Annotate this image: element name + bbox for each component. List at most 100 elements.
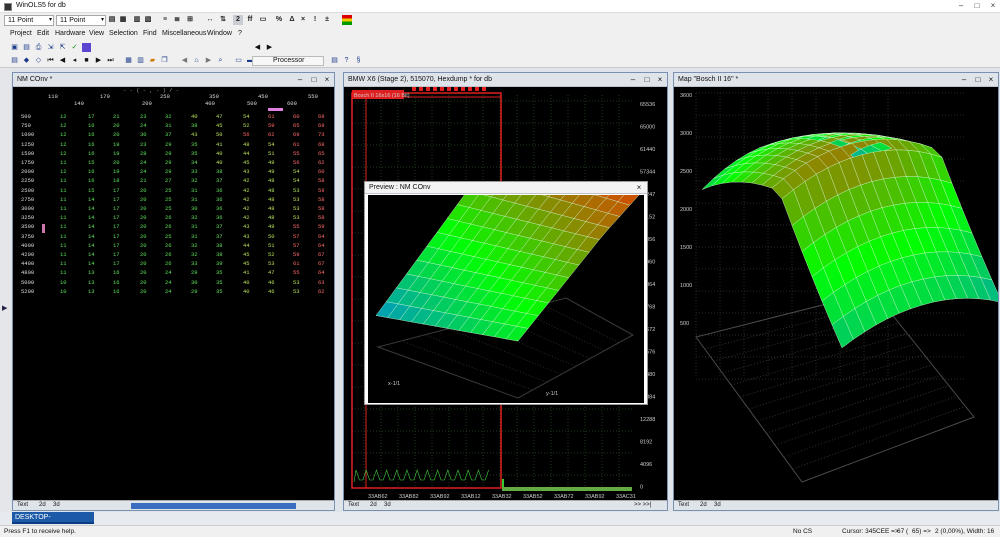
tab-2d[interactable]: 2d — [39, 502, 46, 508]
hex-mode-icon[interactable]: ▤ — [107, 15, 117, 25]
menu-edit[interactable]: Edit — [37, 30, 49, 37]
menu-miscellaneous[interactable]: Miscellaneous — [162, 30, 206, 37]
processor-field[interactable]: Processor — [252, 56, 324, 66]
signed-icon[interactable]: ± — [322, 15, 332, 25]
next-icon[interactable]: ▶ — [94, 56, 103, 65]
taskbar-item[interactable]: DESKTOP-5CO06GN_10021 — [12, 512, 94, 533]
tab-text[interactable]: Text — [678, 502, 689, 508]
close-button[interactable]: × — [654, 74, 666, 86]
print-icon[interactable]: ⎙ — [34, 43, 43, 52]
prev-icon[interactable]: ◀ — [58, 56, 67, 65]
folder-icon[interactable]: ▰ — [148, 56, 157, 65]
menu-help[interactable]: ? — [238, 30, 242, 37]
dock-arrow-icon[interactable]: ▶ — [2, 304, 7, 312]
table-cell: 60 — [318, 168, 325, 176]
original-values-icon[interactable]: ↔ — [203, 15, 217, 25]
font-size-select-1[interactable]: 11 Point ▾ — [4, 15, 54, 26]
script-icon[interactable]: § — [354, 56, 363, 65]
diff-icon[interactable]: ⇅ — [218, 15, 228, 25]
view-8bit-icon[interactable]: ▥ — [132, 15, 142, 25]
close-button[interactable]: × — [633, 182, 645, 194]
menu-hardware[interactable]: Hardware — [55, 30, 85, 37]
minimize-button[interactable]: – — [954, 1, 968, 11]
map-3d-plot[interactable]: 3600 3000 2500 2000 1500 1000 500 — [674, 87, 998, 502]
hi-lo-icon[interactable]: ≣ — [172, 15, 182, 25]
ff-icon[interactable]: ff — [245, 15, 255, 25]
last-icon[interactable]: ⏭ — [106, 56, 115, 65]
exclaim-icon[interactable]: ! — [310, 15, 320, 25]
float-icon[interactable]: ⊞ — [185, 15, 195, 25]
tab-3d[interactable]: 3d — [714, 502, 721, 508]
right-arrow-icon[interactable]: ▶ — [204, 56, 213, 65]
tab-2d[interactable]: 2d — [370, 502, 377, 508]
unmark-icon[interactable]: ◇ — [34, 56, 43, 65]
rows-icon[interactable]: ▭ — [258, 15, 268, 25]
table-cell: 19 — [113, 140, 120, 148]
stop-icon[interactable]: ■ — [82, 56, 91, 65]
color-palette-icon[interactable] — [342, 15, 352, 25]
open-icon[interactable]: ▣ — [10, 43, 19, 52]
tab-text[interactable]: Text — [348, 502, 359, 508]
calc-icon[interactable]: ▤ — [330, 56, 339, 65]
mark-icon[interactable]: ◆ — [22, 56, 31, 65]
dec-mode-icon[interactable]: ▦ — [118, 15, 128, 25]
lo-hi-icon[interactable]: ≡ — [160, 15, 170, 25]
close-button[interactable]: × — [985, 74, 997, 86]
preview-window-titlebar: Preview : NM COnv × — [365, 182, 647, 194]
minimize-button[interactable]: – — [627, 74, 639, 86]
table-cell: 56 — [293, 159, 300, 166]
export-icon[interactable]: ⇲ — [46, 43, 55, 52]
maximize-button[interactable]: □ — [972, 74, 984, 86]
info-icon[interactable]: ? — [342, 56, 351, 65]
base-255-icon[interactable]: 2 — [233, 15, 243, 25]
find-icon[interactable]: ⌕ — [216, 56, 225, 65]
minimize-button[interactable]: – — [294, 74, 306, 86]
maximize-button[interactable]: □ — [641, 74, 653, 86]
menu-selection[interactable]: Selection — [109, 30, 138, 37]
table-cell: 64 — [318, 269, 325, 277]
horizontal-scrollbar[interactable] — [131, 503, 296, 509]
view-a-icon[interactable]: ▭ — [234, 56, 243, 65]
menu-window[interactable]: Window — [207, 30, 232, 37]
tab-2d[interactable]: 2d — [700, 502, 707, 508]
close-button[interactable]: × — [321, 74, 333, 86]
window-icon[interactable] — [82, 43, 91, 52]
maximize-button[interactable]: □ — [308, 74, 320, 86]
home-icon[interactable]: ⌂ — [192, 56, 201, 65]
copy-icon[interactable]: ❐ — [160, 56, 169, 65]
table-cell: 14 — [88, 241, 95, 249]
scroll-arrows[interactable]: >> >>| — [634, 502, 651, 508]
tab-text[interactable]: Text — [17, 502, 28, 508]
minimize-button[interactable]: – — [958, 74, 970, 86]
delta-icon[interactable]: Δ — [287, 15, 297, 25]
map-list-icon[interactable]: ▦ — [124, 56, 133, 65]
prev-page-icon[interactable]: ◂ — [70, 56, 79, 65]
left-arrow-icon[interactable]: ◀ — [180, 56, 189, 65]
table-icon[interactable]: ▥ — [136, 56, 145, 65]
tab-3d[interactable]: 3d — [53, 502, 60, 508]
table-cell: 45 — [243, 159, 250, 166]
font-size-value-1: 11 Point — [8, 17, 34, 24]
menu-find[interactable]: Find — [143, 30, 157, 37]
save-icon[interactable]: ▤ — [22, 43, 31, 52]
menu-project[interactable]: Project — [10, 30, 32, 37]
table-cell: 14 — [88, 223, 95, 231]
table-cell: 43 — [243, 168, 250, 176]
first-icon[interactable]: ⏮ — [46, 56, 55, 65]
tab-3d[interactable]: 3d — [384, 502, 391, 508]
view-16bit-icon[interactable]: ▧ — [143, 15, 153, 25]
close-button[interactable]: × — [986, 1, 1000, 11]
import-icon[interactable]: ⇱ — [58, 43, 67, 52]
maximize-button[interactable]: □ — [970, 1, 984, 11]
percent-icon[interactable]: % — [274, 15, 284, 25]
checksum-icon[interactable]: ✓ — [70, 43, 79, 52]
preview-3d-plot[interactable]: x-1/1 y-1/1 — [368, 195, 644, 403]
forward-icon[interactable]: ▶ — [265, 43, 274, 52]
map-marker — [482, 87, 486, 91]
multiply-icon[interactable]: × — [298, 15, 308, 25]
value-table[interactable]: - - ( - , - ) / - 110 170 250 350 450 550 140 2… — [13, 87, 334, 500]
doc-icon[interactable]: ▤ — [10, 56, 19, 65]
back-icon[interactable]: ◀ — [253, 43, 262, 52]
menu-view[interactable]: View — [89, 30, 104, 37]
font-size-select-2[interactable]: 11 Point ▾ — [56, 15, 106, 26]
